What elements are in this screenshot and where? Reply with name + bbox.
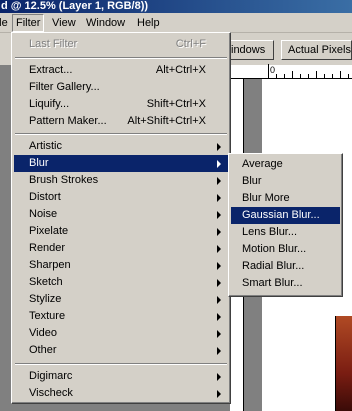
menu-help[interactable]: Help [133,14,164,32]
submenu-arrow-icon [217,245,221,253]
filter-menu: Last Filter Ctrl+F Extract... Alt+Ctrl+X… [11,32,231,404]
menu-window[interactable]: Window [82,14,129,32]
submenu-arrow-icon [217,373,221,381]
blur-submenu: Average Blur Blur More Gaussian Blur... … [228,153,343,297]
menu-bar: File Filter View Window Help [0,13,352,33]
submenu-arrow-icon [217,228,221,236]
menu-item-filter-gallery[interactable]: Filter Gallery... [14,79,228,96]
submenu-item-lens-blur[interactable]: Lens Blur... [231,224,340,241]
submenu-arrow-icon [217,390,221,398]
menu-item-extract[interactable]: Extract... Alt+Ctrl+X [14,62,228,79]
menu-item-pattern-maker[interactable]: Pattern Maker... Alt+Shift+Ctrl+X [14,113,228,130]
menu-view[interactable]: View [48,14,80,32]
submenu-item-motion-blur[interactable]: Motion Blur... [231,241,340,258]
menu-item-other[interactable]: Other [14,342,228,359]
submenu-item-blur[interactable]: Blur [231,173,340,190]
menu-item-liquify[interactable]: Liquify... Shift+Ctrl+X [14,96,228,113]
submenu-arrow-icon [217,279,221,287]
menu-item-artistic[interactable]: Artistic [14,138,228,155]
submenu-item-gaussian-blur[interactable]: Gaussian Blur... [231,207,340,224]
menu-item-sharpen[interactable]: Sharpen [14,257,228,274]
submenu-arrow-icon [217,143,221,151]
horizontal-ruler: 0 [230,64,352,79]
submenu-arrow-icon [217,296,221,304]
submenu-arrow-icon [217,211,221,219]
menu-separator [15,57,227,59]
menu-item-render[interactable]: Render [14,240,228,257]
submenu-arrow-icon [217,330,221,338]
menu-item-noise[interactable]: Noise [14,206,228,223]
submenu-arrow-icon [217,177,221,185]
canvas-artwork [335,316,352,411]
menu-item-digimarc[interactable]: Digimarc [14,368,228,385]
menu-item-sketch[interactable]: Sketch [14,274,228,291]
menu-item-texture[interactable]: Texture [14,308,228,325]
menu-item-brush-strokes[interactable]: Brush Strokes [14,172,228,189]
menu-item-last-filter: Last Filter Ctrl+F [29,38,206,50]
submenu-arrow-icon [217,194,221,202]
menu-separator [15,363,227,365]
submenu-item-average[interactable]: Average [231,156,340,173]
submenu-item-smart-blur[interactable]: Smart Blur... [231,275,340,292]
submenu-item-radial-blur[interactable]: Radial Blur... [231,258,340,275]
menu-item-vischeck[interactable]: Vischeck [14,385,228,402]
menu-item-video[interactable]: Video [14,325,228,342]
menu-separator [15,133,227,135]
window-title-bar: d @ 12.5% (Layer 1, RGB/8)) [0,0,352,13]
submenu-item-blur-more[interactable]: Blur More [231,190,340,207]
submenu-arrow-icon [217,347,221,355]
menu-item-pixelate[interactable]: Pixelate [14,223,228,240]
ruler-origin-label: 0 [270,65,276,75]
submenu-arrow-icon [217,160,221,168]
menu-item-blur[interactable]: Blur [14,155,228,172]
menu-item-distort[interactable]: Distort [14,189,228,206]
submenu-arrow-icon [217,262,221,270]
submenu-arrow-icon [217,313,221,321]
menu-item-stylize[interactable]: Stylize [14,291,228,308]
menu-file[interactable]: File [0,14,12,32]
actual-pixels-button[interactable]: Actual Pixels [281,40,352,60]
menu-filter[interactable]: Filter [12,14,45,32]
